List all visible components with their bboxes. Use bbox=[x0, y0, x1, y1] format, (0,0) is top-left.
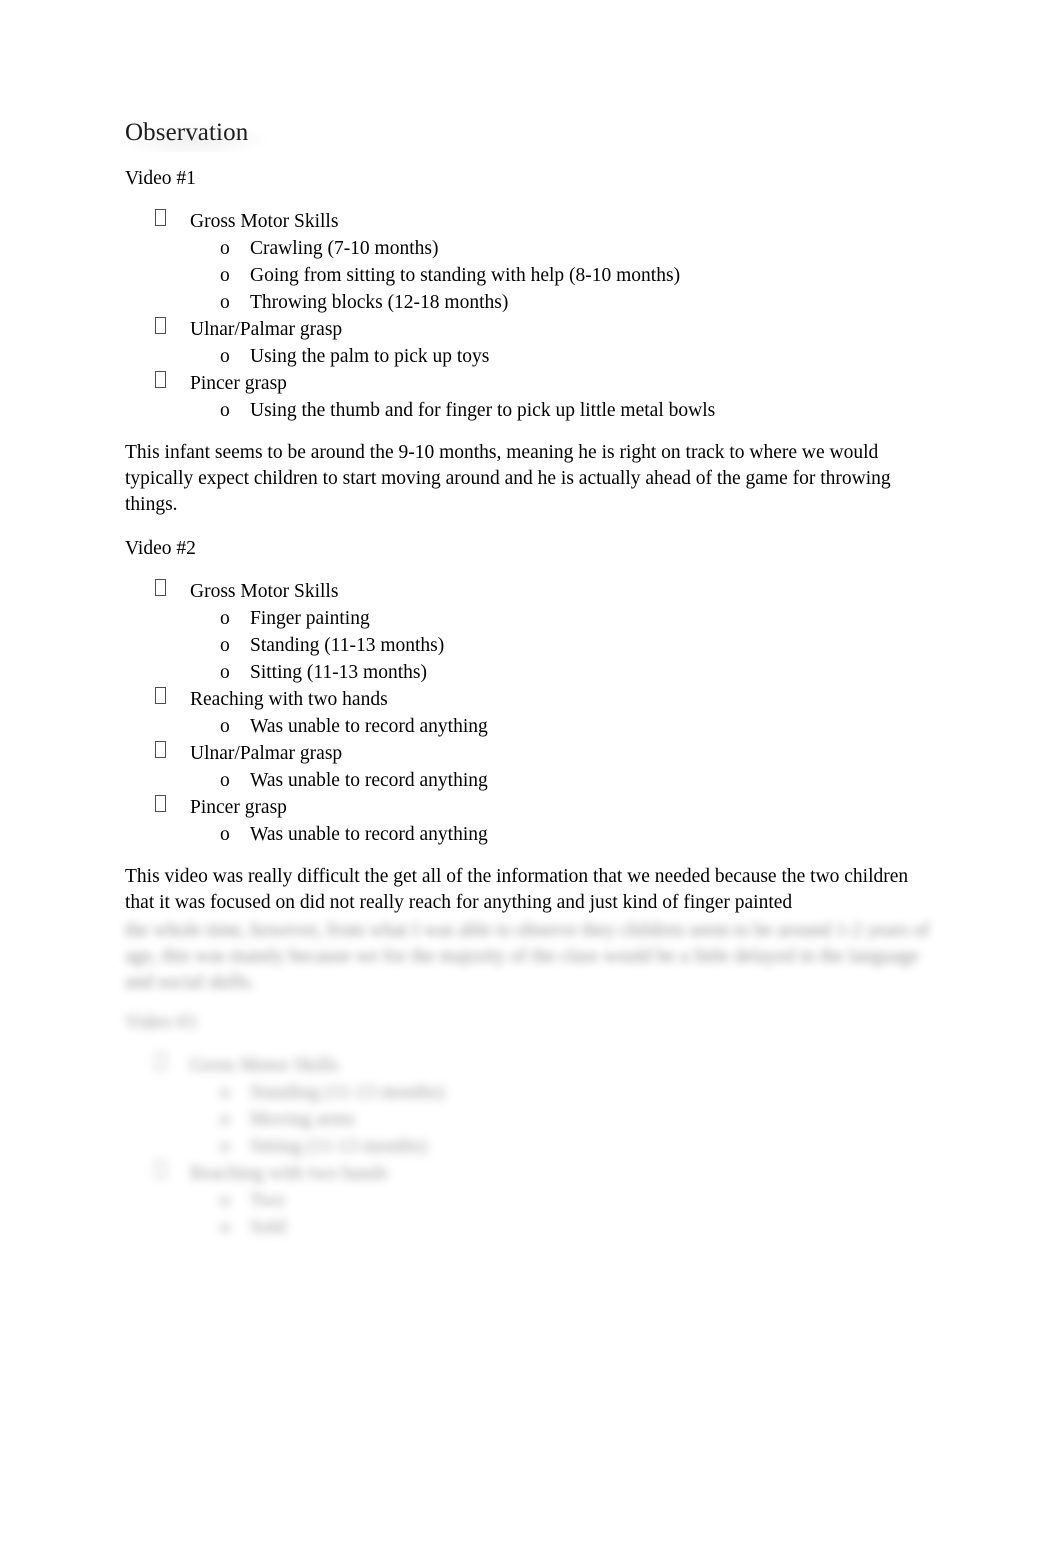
sub-bullet-item: o Sitting (11-13 months) bbox=[190, 659, 937, 686]
sub-bullet-item: o Was unable to record anything bbox=[190, 767, 937, 794]
bullet-label: Pincer grasp bbox=[190, 797, 287, 818]
circle-marker-icon: o bbox=[220, 1109, 230, 1130]
missing-glyph-box-icon bbox=[155, 209, 166, 226]
sub-bullet-list: o Two o Sold bbox=[190, 1187, 937, 1241]
sub-bullet-item: o Throwing blocks (12-18 months) bbox=[190, 289, 937, 316]
circle-marker-icon: o bbox=[220, 824, 230, 845]
missing-glyph-box-icon bbox=[155, 1053, 166, 1070]
sub-bullet-label: Sitting (11-13 months) bbox=[250, 1136, 427, 1157]
circle-marker-icon: o bbox=[220, 265, 230, 286]
circle-marker-icon: o bbox=[220, 1082, 230, 1103]
circle-marker-icon: o bbox=[220, 770, 230, 791]
bullet-item: Reaching with two hands o Was unable to … bbox=[125, 686, 937, 740]
circle-marker-icon: o bbox=[220, 635, 230, 656]
sub-bullet-label: Was unable to record anything bbox=[250, 716, 488, 737]
sub-bullet-item: o Using the palm to pick up toys bbox=[190, 343, 937, 370]
circle-marker-icon: o bbox=[220, 1136, 230, 1157]
bullet-label: Gross Motor Skills bbox=[190, 1055, 339, 1076]
section-heading-video-2: Video #2 bbox=[125, 538, 196, 559]
bullet-item: Ulnar/Palmar grasp o Using the palm to p… bbox=[125, 316, 937, 370]
sub-bullet-list: o Using the palm to pick up toys bbox=[190, 343, 937, 370]
sub-bullet-item: o Two bbox=[190, 1187, 937, 1214]
bullet-label: Ulnar/Palmar grasp bbox=[190, 319, 343, 340]
paragraph-video-2-visible: This video was really difficult the get … bbox=[125, 866, 909, 913]
paragraph-video-2-blurred: the whole time, however, from what I was… bbox=[125, 920, 930, 993]
sub-bullet-label: Sitting (11-13 months) bbox=[250, 662, 427, 683]
section-heading-video-3: Video #3 bbox=[125, 1012, 196, 1033]
bullet-list-video-2: Gross Motor Skills o Finger painting o S… bbox=[125, 578, 937, 848]
bullet-label: Pincer grasp bbox=[190, 373, 287, 394]
sub-bullet-label: Standing (11-13 months) bbox=[250, 1082, 445, 1103]
sub-bullet-label: Moving arms bbox=[250, 1109, 355, 1130]
missing-glyph-box-icon bbox=[155, 579, 166, 596]
sub-bullet-list: o Crawling (7-10 months) o Going from si… bbox=[190, 235, 937, 316]
bullet-item: Gross Motor Skills o Standing (11-13 mon… bbox=[125, 1052, 937, 1160]
missing-glyph-box-icon bbox=[155, 741, 166, 758]
missing-glyph-box-icon bbox=[155, 687, 166, 704]
sub-bullet-label: Was unable to record anything bbox=[250, 824, 488, 845]
bullet-item: Gross Motor Skills o Finger painting o S… bbox=[125, 578, 937, 686]
sub-bullet-list: o Was unable to record anything bbox=[190, 821, 937, 848]
bullet-label: Reaching with two hands bbox=[190, 689, 388, 710]
sub-bullet-item: o Was unable to record anything bbox=[190, 821, 937, 848]
sub-bullet-list: o Finger painting o Standing (11-13 mont… bbox=[190, 605, 937, 686]
circle-marker-icon: o bbox=[220, 662, 230, 683]
circle-marker-icon: o bbox=[220, 716, 230, 737]
missing-glyph-box-icon bbox=[155, 795, 166, 812]
page-title-text: Observation bbox=[125, 119, 249, 146]
section-heading-video-1: Video #1 bbox=[125, 168, 196, 189]
sub-bullet-label: Was unable to record anything bbox=[250, 770, 488, 791]
document-content: Observation Video #1 Gross Motor Skills … bbox=[119, 118, 937, 1257]
bullet-label: Reaching with two hands bbox=[190, 1163, 388, 1184]
bullet-list-video-1: Gross Motor Skills o Crawling (7-10 mont… bbox=[125, 208, 937, 424]
page-title: Observation bbox=[119, 118, 267, 152]
sub-bullet-list: o Was unable to record anything bbox=[190, 767, 937, 794]
sub-bullet-item: o Was unable to record anything bbox=[190, 713, 937, 740]
bullet-list-video-3: Gross Motor Skills o Standing (11-13 mon… bbox=[125, 1052, 937, 1241]
circle-marker-icon: o bbox=[220, 346, 230, 367]
sub-bullet-item: o Finger painting bbox=[190, 605, 937, 632]
sub-bullet-label: Going from sitting to standing with help… bbox=[250, 265, 681, 286]
sub-bullet-list: o Using the thumb and for finger to pick… bbox=[190, 397, 937, 424]
sub-bullet-label: Throwing blocks (12-18 months) bbox=[250, 292, 509, 313]
sub-bullet-label: Standing (11-13 months) bbox=[250, 635, 445, 656]
bullet-item: Ulnar/Palmar grasp o Was unable to recor… bbox=[125, 740, 937, 794]
circle-marker-icon: o bbox=[220, 238, 230, 259]
sub-bullet-label: Sold bbox=[250, 1217, 286, 1238]
sub-bullet-list: o Standing (11-13 months) o Moving arms … bbox=[190, 1079, 937, 1160]
bullet-item: Pincer grasp o Using the thumb and for f… bbox=[125, 370, 937, 424]
bullet-item: Gross Motor Skills o Crawling (7-10 mont… bbox=[125, 208, 937, 316]
missing-glyph-box-icon bbox=[155, 317, 166, 334]
sub-bullet-item: o Using the thumb and for finger to pick… bbox=[190, 397, 937, 424]
sub-bullet-item: o Standing (11-13 months) bbox=[190, 1079, 937, 1106]
missing-glyph-box-icon bbox=[155, 1161, 166, 1178]
sub-bullet-label: Using the thumb and for finger to pick u… bbox=[250, 400, 716, 421]
circle-marker-icon: o bbox=[220, 292, 230, 313]
sub-bullet-list: o Was unable to record anything bbox=[190, 713, 937, 740]
bullet-label: Gross Motor Skills bbox=[190, 581, 339, 602]
circle-marker-icon: o bbox=[220, 1217, 230, 1238]
sub-bullet-label: Using the palm to pick up toys bbox=[250, 346, 490, 367]
missing-glyph-box-icon bbox=[155, 371, 166, 388]
sub-bullet-item: o Sold bbox=[190, 1214, 937, 1241]
circle-marker-icon: o bbox=[220, 400, 230, 421]
sub-bullet-item: o Sitting (11-13 months) bbox=[190, 1133, 937, 1160]
bullet-item: Reaching with two hands o Two o Sold bbox=[125, 1160, 937, 1241]
sub-bullet-item: o Crawling (7-10 months) bbox=[190, 235, 937, 262]
bullet-item: Pincer grasp o Was unable to record anyt… bbox=[125, 794, 937, 848]
sub-bullet-item: o Standing (11-13 months) bbox=[190, 632, 937, 659]
sub-bullet-item: o Moving arms bbox=[190, 1106, 937, 1133]
sub-bullet-item: o Going from sitting to standing with he… bbox=[190, 262, 937, 289]
paragraph-video-1: This infant seems to be around the 9-10 … bbox=[125, 442, 891, 515]
circle-marker-icon: o bbox=[220, 1190, 230, 1211]
sub-bullet-label: Finger painting bbox=[250, 608, 370, 629]
sub-bullet-label: Crawling (7-10 months) bbox=[250, 238, 439, 259]
circle-marker-icon: o bbox=[220, 608, 230, 629]
document-page: Observation Video #1 Gross Motor Skills … bbox=[0, 0, 1062, 1561]
sub-bullet-label: Two bbox=[250, 1190, 285, 1211]
bullet-label: Gross Motor Skills bbox=[190, 211, 339, 232]
bullet-label: Ulnar/Palmar grasp bbox=[190, 743, 343, 764]
